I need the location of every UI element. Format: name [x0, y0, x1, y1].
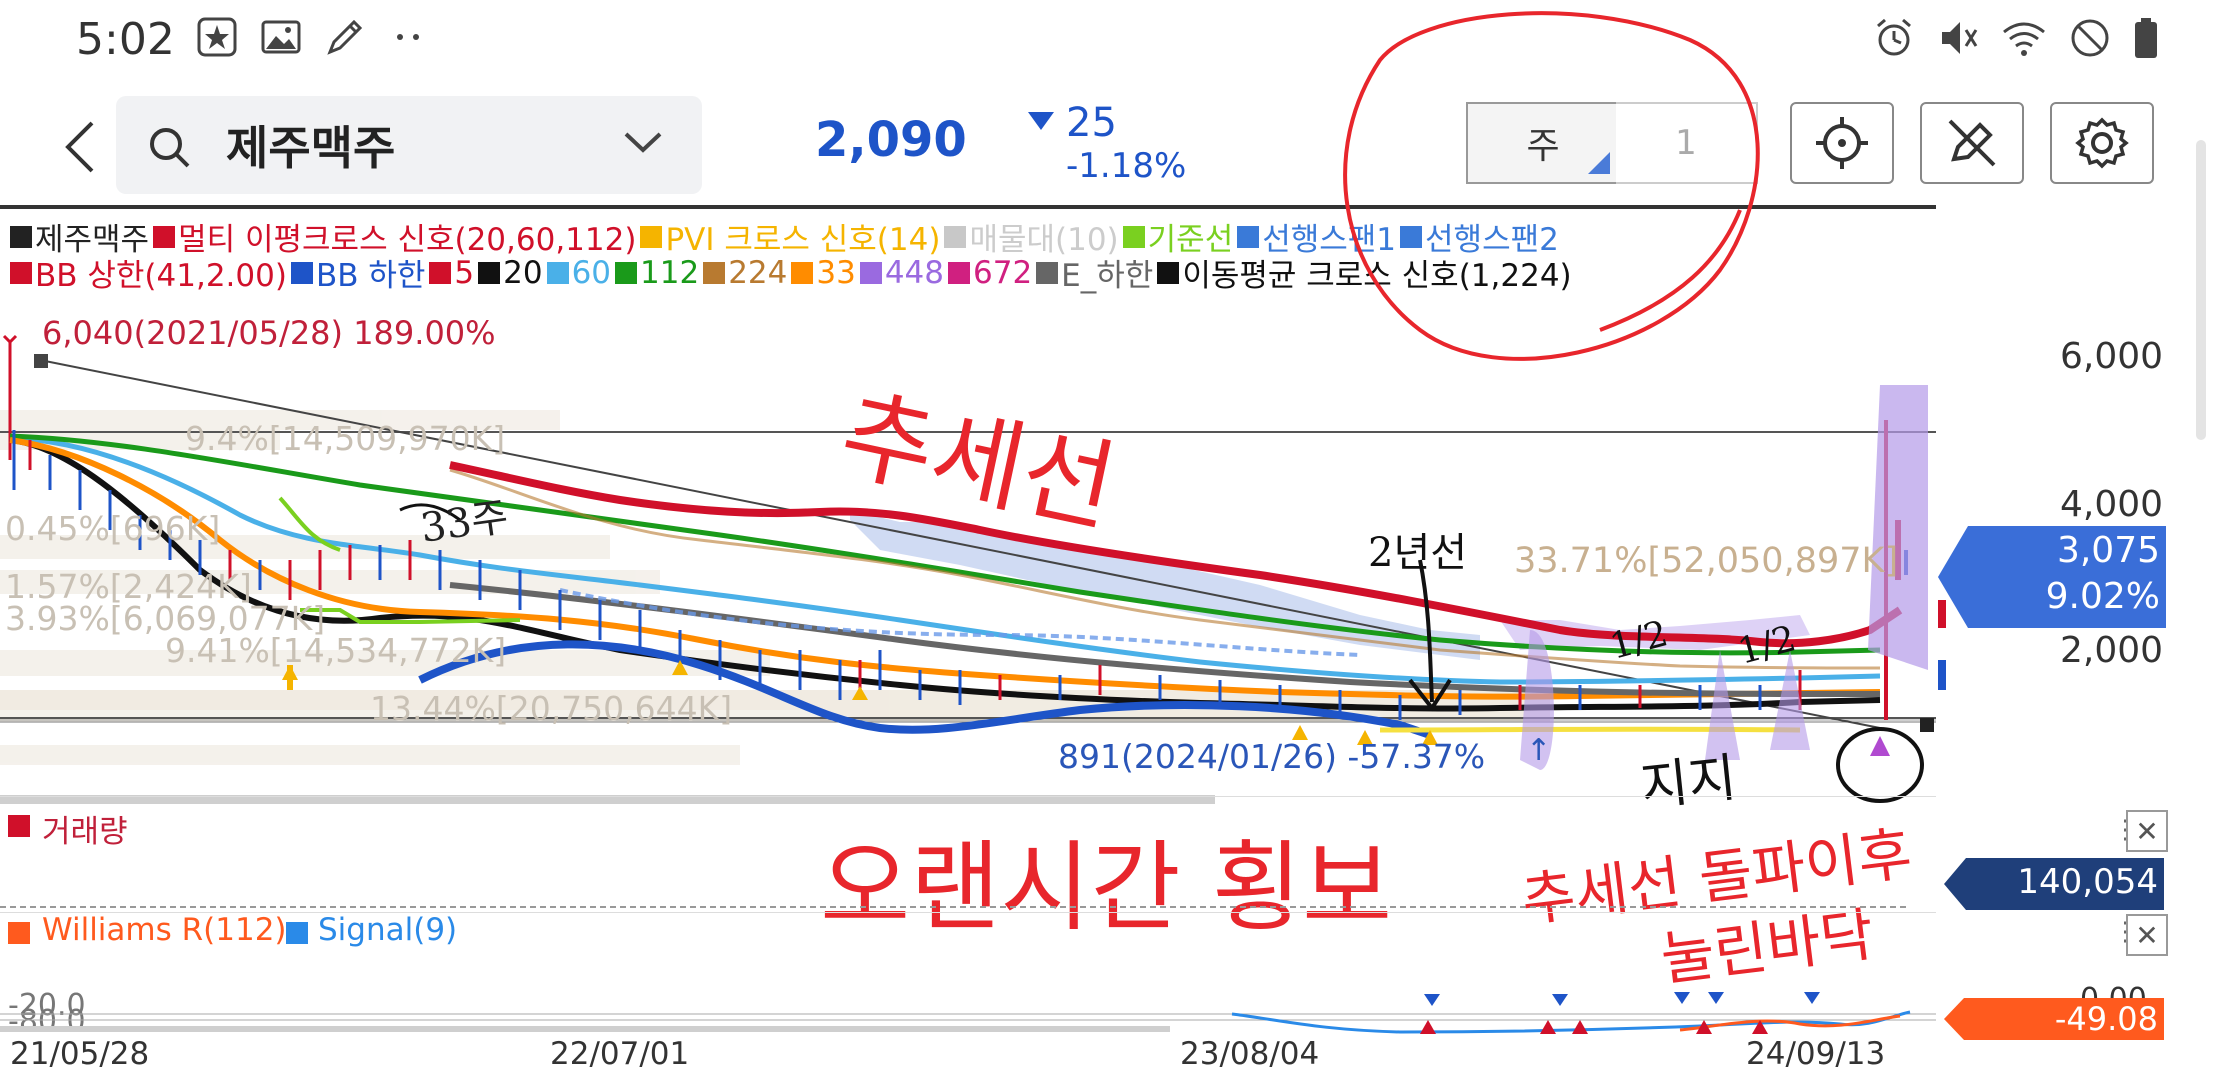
chevron-down-icon[interactable]: [622, 128, 664, 162]
vp-label-5: 9.41%[14,534,772K]: [165, 631, 506, 670]
legend-item-swatch: [429, 261, 452, 284]
legend-item-swatch: [615, 261, 638, 284]
alarm-icon: [1877, 18, 1911, 56]
down-triangle-icon: [1028, 112, 1054, 130]
legend-item-swatch: [478, 261, 501, 284]
legend-item-label[interactable]: BB 상한(41,2.00): [35, 250, 287, 295]
gallery-icon: [261, 20, 301, 54]
x-tick-1: 21/05/28: [10, 1036, 150, 1072]
legend-item-label[interactable]: 672: [973, 255, 1032, 291]
annotation-33-weeks: 33주: [417, 494, 512, 552]
annotation-two-year-line: 2년선: [1368, 530, 1468, 576]
vertical-scrollbar[interactable]: [2196, 140, 2206, 440]
x-tick-3: 23/08/04: [1180, 1036, 1320, 1072]
crosshair-icon: [1816, 117, 1868, 169]
x-tick-4: 24/09/13: [1746, 1036, 1886, 1072]
no-disturb-icon: [2071, 19, 2109, 57]
volume-value: 140,054: [2017, 862, 2158, 902]
pen-icon: [327, 19, 363, 55]
legend-item-label[interactable]: BB 하한: [316, 250, 425, 295]
legend-item-swatch: [1157, 261, 1180, 284]
battery-icon: [2135, 18, 2157, 58]
legend-item-swatch: [10, 261, 32, 284]
current-price-tag-value: 3,075: [2056, 530, 2160, 571]
settings-button[interactable]: [2050, 102, 2154, 184]
legend-item-swatch: [640, 225, 663, 248]
y-tick-2000: 2,000: [2060, 630, 2164, 671]
price-change-percent: -1.18%: [1066, 146, 1187, 186]
legend-item-swatch: [1237, 225, 1260, 248]
vp-label-1: 9.4%[14,509,970K]: [185, 419, 505, 458]
back-button[interactable]: [50, 112, 110, 182]
legend-item-label[interactable]: E_하한: [1061, 250, 1153, 295]
x-tick-2: 22/07/01: [550, 1036, 690, 1072]
vp-label-6: 13.44%[20,750,644K]: [370, 689, 732, 728]
legend-item-label[interactable]: 448: [885, 255, 944, 291]
volume-close-button[interactable]: ✕: [2126, 810, 2168, 852]
low-price-label: 891(2024/01/26) -57.37%: [1058, 737, 1485, 776]
svg-text:↑: ↑: [1526, 733, 1551, 768]
chart-top-border: [0, 205, 1936, 209]
status-icons-right: [1872, 16, 2160, 60]
stock-search-box[interactable]: [116, 96, 702, 194]
mute-icon: [1942, 22, 1978, 54]
williams-value: -49.08: [2054, 1000, 2158, 1038]
vp-label-2: 0.45%[696K]: [5, 509, 220, 548]
legend-item-label[interactable]: 224: [728, 255, 787, 291]
volume-panel-label: 거래량: [42, 814, 128, 850]
y-tick-6000: 6,000: [2060, 336, 2164, 377]
status-bar: 5:02: [0, 0, 2220, 84]
interval-input[interactable]: 1: [1616, 102, 1758, 184]
crosshair-button[interactable]: [1790, 102, 1894, 184]
legend-item-swatch: [859, 261, 882, 284]
legend-item-swatch: [791, 261, 814, 284]
legend-item-swatch: [1400, 225, 1423, 248]
high-price-label: 6,040(2021/05/28) 189.00%: [42, 314, 496, 352]
signal-label: Signal(9): [318, 912, 458, 948]
legend-item-label[interactable]: 5: [454, 255, 474, 291]
current-price: 2,090: [815, 112, 967, 168]
annotation-support: 지지: [1637, 748, 1740, 818]
legend-item-swatch: [153, 225, 176, 248]
status-time: 5:02: [76, 14, 175, 65]
legend-item-swatch: [1036, 261, 1059, 284]
wifi-icon: [2003, 22, 2045, 56]
williams-r-label: Williams R(112): [42, 912, 287, 948]
legend-item-swatch: [10, 225, 32, 248]
williams-r-plot: [0, 992, 1936, 1034]
price-change: 25: [1066, 100, 1117, 146]
y-tick-4000: 4,000: [2060, 484, 2164, 525]
indicator-legend-row2[interactable]: BB 상한(41,2.00) BB 하한 5 20 60 112 224 33 448 672 E_…: [6, 250, 1572, 295]
status-icons-left: [196, 16, 428, 58]
legend-item-swatch: [944, 225, 967, 248]
vp-label-7: 33.71%[52,050,897K]: [1514, 541, 1898, 581]
pen-off-icon: [1948, 119, 1996, 167]
annotation-sideways: 오랜시간 횡보: [820, 831, 1393, 945]
more-dots-icon: [397, 34, 419, 40]
williams-close-button[interactable]: ✕: [2126, 914, 2168, 956]
dropdown-corner-icon: [1588, 152, 1610, 174]
current-price-tag-pct: 9.02%: [2045, 576, 2160, 617]
legend-item-swatch: [290, 261, 313, 284]
legend-item-swatch: [546, 261, 569, 284]
legend-item-label[interactable]: 20: [503, 255, 542, 291]
gear-icon: [2075, 117, 2129, 169]
legend-item-label[interactable]: 112: [640, 255, 699, 291]
legend-item-swatch: [948, 261, 970, 284]
legend-item-swatch: [703, 261, 726, 284]
legend-item-swatch: [1122, 225, 1145, 248]
search-icon: [146, 124, 194, 176]
star-badge-icon: [197, 17, 237, 57]
legend-item-label[interactable]: 60: [572, 255, 611, 291]
legend-item-label[interactable]: 33: [816, 255, 855, 291]
stock-name[interactable]: 제주맥주: [226, 112, 395, 178]
legend-item-label[interactable]: 이동평균 크로스 신호(1,224): [1182, 250, 1571, 295]
chevron-left-icon: [65, 121, 94, 173]
drawing-off-button[interactable]: [1920, 102, 2024, 184]
